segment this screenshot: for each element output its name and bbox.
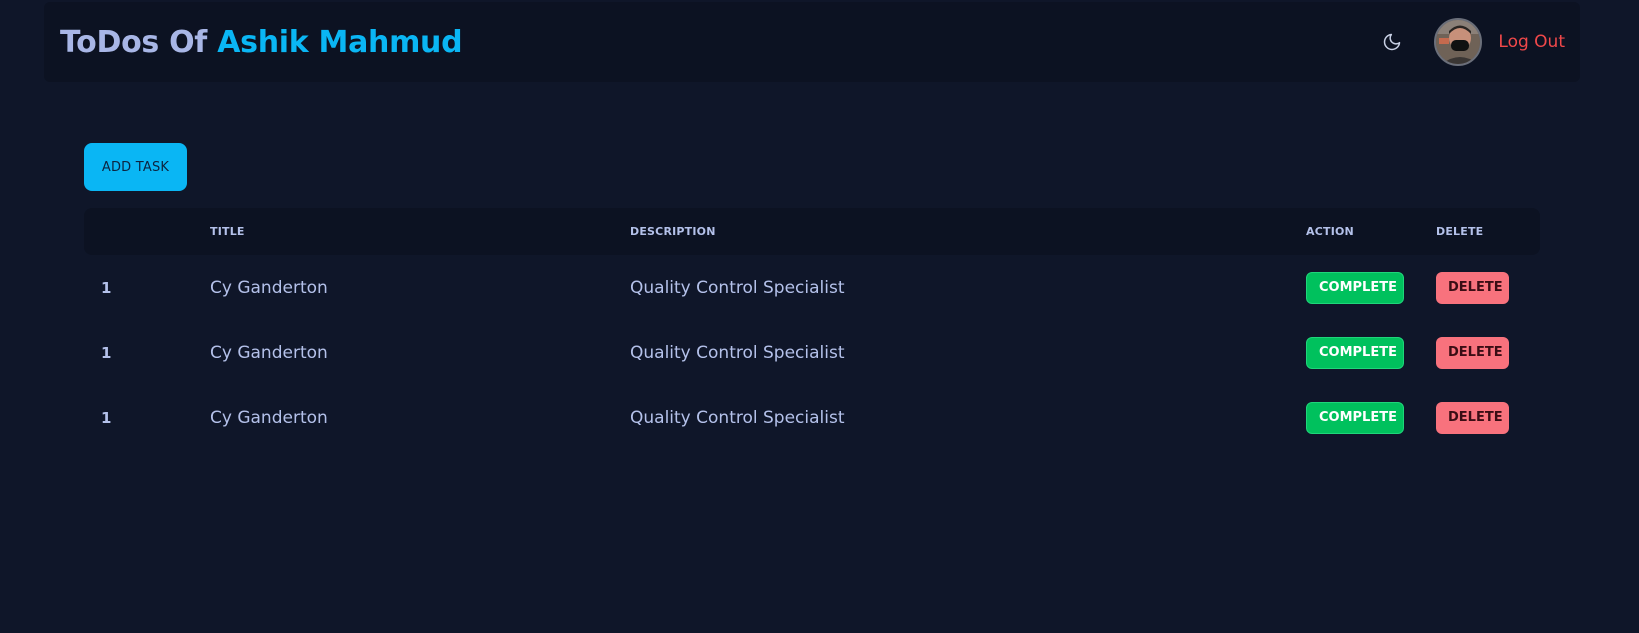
page: ToDos Of Ashik Mahmud Log Out ADD TASK T…	[0, 0, 1639, 633]
page-title: ToDos Of Ashik Mahmud	[60, 24, 463, 60]
action-cell: COMPLETE	[1306, 320, 1404, 385]
navbar: ToDos Of Ashik Mahmud Log Out	[44, 2, 1580, 82]
task-description: Quality Control Specialist	[630, 277, 845, 298]
table-row: 1 Cy Ganderton Quality Control Specialis…	[84, 255, 1540, 320]
task-title: Cy Ganderton	[210, 277, 328, 298]
complete-button[interactable]: COMPLETE	[1306, 271, 1404, 304]
column-header-description: DESCRIPTION	[630, 225, 716, 238]
brand-user-name: Ashik Mahmud	[217, 24, 463, 60]
task-title: Cy Ganderton	[210, 407, 328, 428]
task-description: Quality Control Specialist	[630, 342, 845, 363]
task-description: Quality Control Specialist	[630, 407, 845, 428]
task-title: Cy Ganderton	[210, 342, 328, 363]
user-photo	[1436, 20, 1481, 64]
brand-prefix: ToDos Of	[60, 24, 208, 60]
nav-actions: Log Out	[1378, 2, 1565, 82]
action-cell: COMPLETE	[1306, 255, 1404, 320]
table-row: 1 Cy Ganderton Quality Control Specialis…	[84, 320, 1540, 385]
complete-button[interactable]: COMPLETE	[1306, 336, 1404, 369]
add-task-button[interactable]: ADD TASK	[84, 143, 187, 191]
row-number: 1	[101, 278, 112, 297]
row-number: 1	[101, 408, 112, 427]
column-header-action: ACTION	[1306, 225, 1354, 238]
table-header: TITLE DESCRIPTION ACTION DELETE	[84, 208, 1540, 255]
avatar[interactable]	[1434, 18, 1483, 66]
column-header-title: TITLE	[210, 225, 245, 238]
delete-button[interactable]: DELETE	[1436, 336, 1509, 369]
delete-cell: DELETE	[1436, 385, 1509, 450]
action-cell: COMPLETE	[1306, 385, 1404, 450]
logout-link[interactable]: Log Out	[1498, 32, 1565, 52]
delete-cell: DELETE	[1436, 255, 1509, 320]
delete-cell: DELETE	[1436, 320, 1509, 385]
theme-toggle-button[interactable]	[1378, 28, 1406, 56]
row-number: 1	[101, 343, 112, 362]
delete-button[interactable]: DELETE	[1436, 271, 1509, 304]
table-row: 1 Cy Ganderton Quality Control Specialis…	[84, 385, 1540, 450]
delete-button[interactable]: DELETE	[1436, 401, 1509, 434]
moon-icon	[1384, 33, 1401, 51]
tasks-table: TITLE DESCRIPTION ACTION DELETE 1 Cy Gan…	[84, 208, 1540, 450]
column-header-delete: DELETE	[1436, 225, 1484, 238]
complete-button[interactable]: COMPLETE	[1306, 401, 1404, 434]
